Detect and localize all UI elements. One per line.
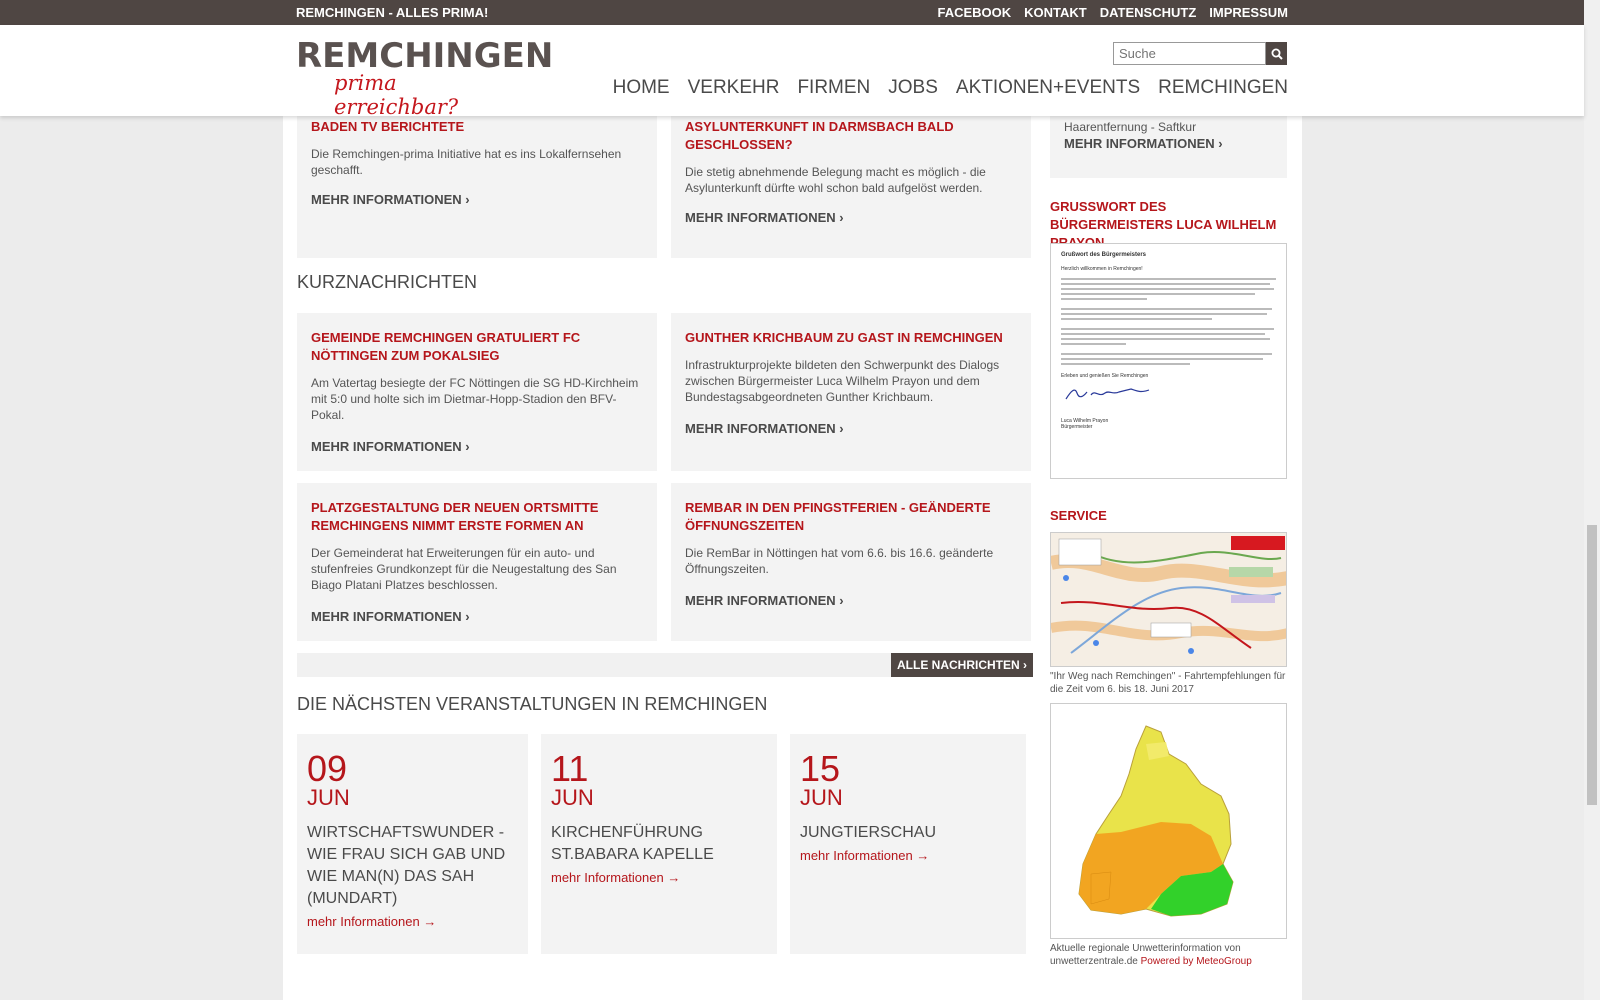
news-text: Am Vatertag besiegte der FC Nöttingen di… (311, 376, 639, 422)
letter-title: Grußwort des Bürgermeisters (1061, 252, 1147, 258)
event-more-link[interactable]: mehr Informationen → (551, 870, 767, 885)
service-heading: SERVICE (1050, 508, 1107, 523)
mayor-letter-image[interactable]: Grußwort des Bürgermeisters Herzlich wil… (1050, 243, 1287, 479)
sidebar-top-card: Haarentfernung - Saftkur MEHR INFORMATIO… (1050, 116, 1287, 178)
more-info-link[interactable]: MEHR INFORMATIONEN › (685, 210, 844, 225)
search-button[interactable] (1266, 42, 1287, 65)
news-card: ASYLUNTERKUNFT IN DARMSBACH BALD GESCHLO… (671, 116, 1031, 258)
event-month: JUN (307, 785, 350, 810)
news-text: Infrastrukturprojekte bildeten den Schwe… (685, 358, 1000, 404)
powered-by-link[interactable]: Powered by MeteoGroup (1141, 956, 1252, 967)
nav-aktionen-events[interactable]: AKTIONEN+EVENTS (956, 77, 1140, 99)
scrollbar-thumb[interactable] (1587, 525, 1597, 805)
news-card: BADEN TV BERICHTETE Die Remchingen-prima… (297, 116, 657, 258)
news-text: Die RemBar in Nöttingen hat vom 6.6. bis… (685, 546, 994, 576)
more-info-link[interactable]: MEHR INFORMATIONEN › (685, 421, 844, 436)
more-info-link[interactable]: MEHR INFORMATIONEN › (1064, 136, 1273, 151)
news-title[interactable]: REMBAR IN DEN PFINGSTFERIEN - GEÄNDERTE … (685, 499, 1017, 535)
event-day: 15 (800, 748, 841, 789)
route-map-caption: "Ihr Weg nach Remchingen" - Fahrtempfehl… (1050, 671, 1286, 695)
news-title[interactable]: PLATZGESTALTUNG DER NEUEN ORTSMITTE REMC… (311, 499, 643, 535)
event-title[interactable]: JUNGTIERSCHAU (800, 822, 1016, 844)
all-news-button[interactable]: ALLE NACHRICHTEN › (891, 653, 1033, 677)
event-card: 09 JUN WIRTSCHAFTSWUNDER - WIE FRAU SICH… (297, 734, 528, 954)
kurznachrichten-heading: KURZNACHRICHTEN (297, 272, 477, 292)
page-scrollbar[interactable] (1584, 0, 1600, 1000)
news-card: REMBAR IN DEN PFINGSTFERIEN - GEÄNDERTE … (671, 483, 1031, 641)
signature-icon (1065, 388, 1150, 400)
link-impressum[interactable]: IMPRESSUM (1209, 5, 1288, 20)
event-more-link[interactable]: mehr Informationen → (307, 914, 518, 929)
logo-wordmark: REMCHINGEN (296, 36, 554, 76)
news-title[interactable]: ASYLUNTERKUNFT IN DARMSBACH BALD GESCHLO… (685, 118, 1017, 154)
news-title[interactable]: GUNTHER KRICHBAUM ZU GAST IN REMCHINGEN (685, 329, 1017, 347)
all-news-bar: ALLE NACHRICHTEN › (297, 653, 1033, 677)
news-title[interactable]: GEMEINDE REMCHINGEN GRATULIERT FC NÖTTIN… (311, 329, 643, 365)
route-map-icon (1051, 533, 1286, 666)
event-month: JUN (800, 785, 843, 810)
sidebar-top-text: Haarentfernung - Saftkur (1064, 120, 1197, 134)
nav-verkehr[interactable]: VERKEHR (688, 77, 780, 99)
event-month: JUN (551, 785, 594, 810)
more-info-link[interactable]: MEHR INFORMATIONEN › (311, 439, 470, 454)
more-info-link[interactable]: MEHR INFORMATIONEN › (311, 192, 470, 207)
top-bar: REMCHINGEN - ALLES PRIMA! FACEBOOK KONTA… (0, 0, 1584, 25)
news-card: GEMEINDE REMCHINGEN GRATULIERT FC NÖTTIN… (297, 313, 657, 471)
site-header: REMCHINGEN prima erreichbar? HOME VERKEH… (0, 25, 1584, 119)
nav-jobs[interactable]: JOBS (888, 77, 938, 99)
search-icon (1271, 48, 1283, 60)
news-card: GUNTHER KRICHBAUM ZU GAST IN REMCHINGEN … (671, 313, 1031, 471)
event-day: 09 (307, 748, 348, 789)
site-logo[interactable]: REMCHINGEN prima erreichbar? (296, 36, 554, 119)
weather-map-image[interactable] (1050, 703, 1287, 939)
search-box (1113, 42, 1287, 65)
logo-tagline: prima erreichbar? (334, 71, 459, 119)
weather-map-icon (1051, 704, 1286, 938)
link-datenschutz[interactable]: DATENSCHUTZ (1100, 5, 1197, 20)
main-nav: HOME VERKEHR FIRMEN JOBS AKTIONEN+EVENTS… (613, 77, 1288, 99)
event-day: 11 (551, 748, 589, 789)
link-kontakt[interactable]: KONTAKT (1024, 5, 1087, 20)
search-input[interactable] (1113, 42, 1266, 65)
nav-home[interactable]: HOME (613, 77, 670, 99)
news-text: Der Gemeinderat hat Erweiterungen für ei… (311, 546, 617, 592)
news-text: Die stetig abnehmende Belegung macht es … (685, 165, 986, 195)
nav-remchingen[interactable]: REMCHINGEN (1158, 77, 1288, 99)
more-info-link[interactable]: MEHR INFORMATIONEN › (311, 609, 470, 624)
route-map-image[interactable] (1050, 532, 1287, 667)
event-more-link[interactable]: mehr Informationen → (800, 848, 1016, 863)
nav-firmen[interactable]: FIRMEN (797, 77, 870, 99)
event-title[interactable]: KIRCHENFÜHRUNG ST.BABARA KAPELLE (551, 822, 767, 866)
top-bar-links: FACEBOOK KONTAKT DATENSCHUTZ IMPRESSUM (937, 5, 1288, 20)
event-card: 11 JUN KIRCHENFÜHRUNG ST.BABARA KAPELLE … (541, 734, 777, 954)
letter-salutation: Herzlich willkommen in Remchingen! (1061, 266, 1143, 272)
event-title[interactable]: WIRTSCHAFTSWUNDER - WIE FRAU SICH GAB UN… (307, 822, 518, 910)
link-facebook[interactable]: FACEBOOK (937, 5, 1011, 20)
top-bar-brand: REMCHINGEN - ALLES PRIMA! (296, 5, 489, 20)
news-card: PLATZGESTALTUNG DER NEUEN ORTSMITTE REMC… (297, 483, 657, 641)
letter-role: Bürgermeister (1061, 424, 1093, 430)
weather-caption: Aktuelle regionale Unwetterinformation v… (1050, 942, 1287, 968)
letter-closing: Erleben und genießen Sie Remchingen (1061, 373, 1149, 379)
news-title[interactable]: BADEN TV BERICHTETE (311, 118, 643, 136)
more-info-link[interactable]: MEHR INFORMATIONEN › (685, 593, 844, 608)
events-heading: DIE NÄCHSTEN VERANSTALTUNGEN IN REMCHING… (297, 694, 768, 714)
event-card: 15 JUN JUNGTIERSCHAU mehr Informationen … (790, 734, 1026, 954)
news-text: Die Remchingen-prima Initiative hat es i… (311, 147, 622, 177)
